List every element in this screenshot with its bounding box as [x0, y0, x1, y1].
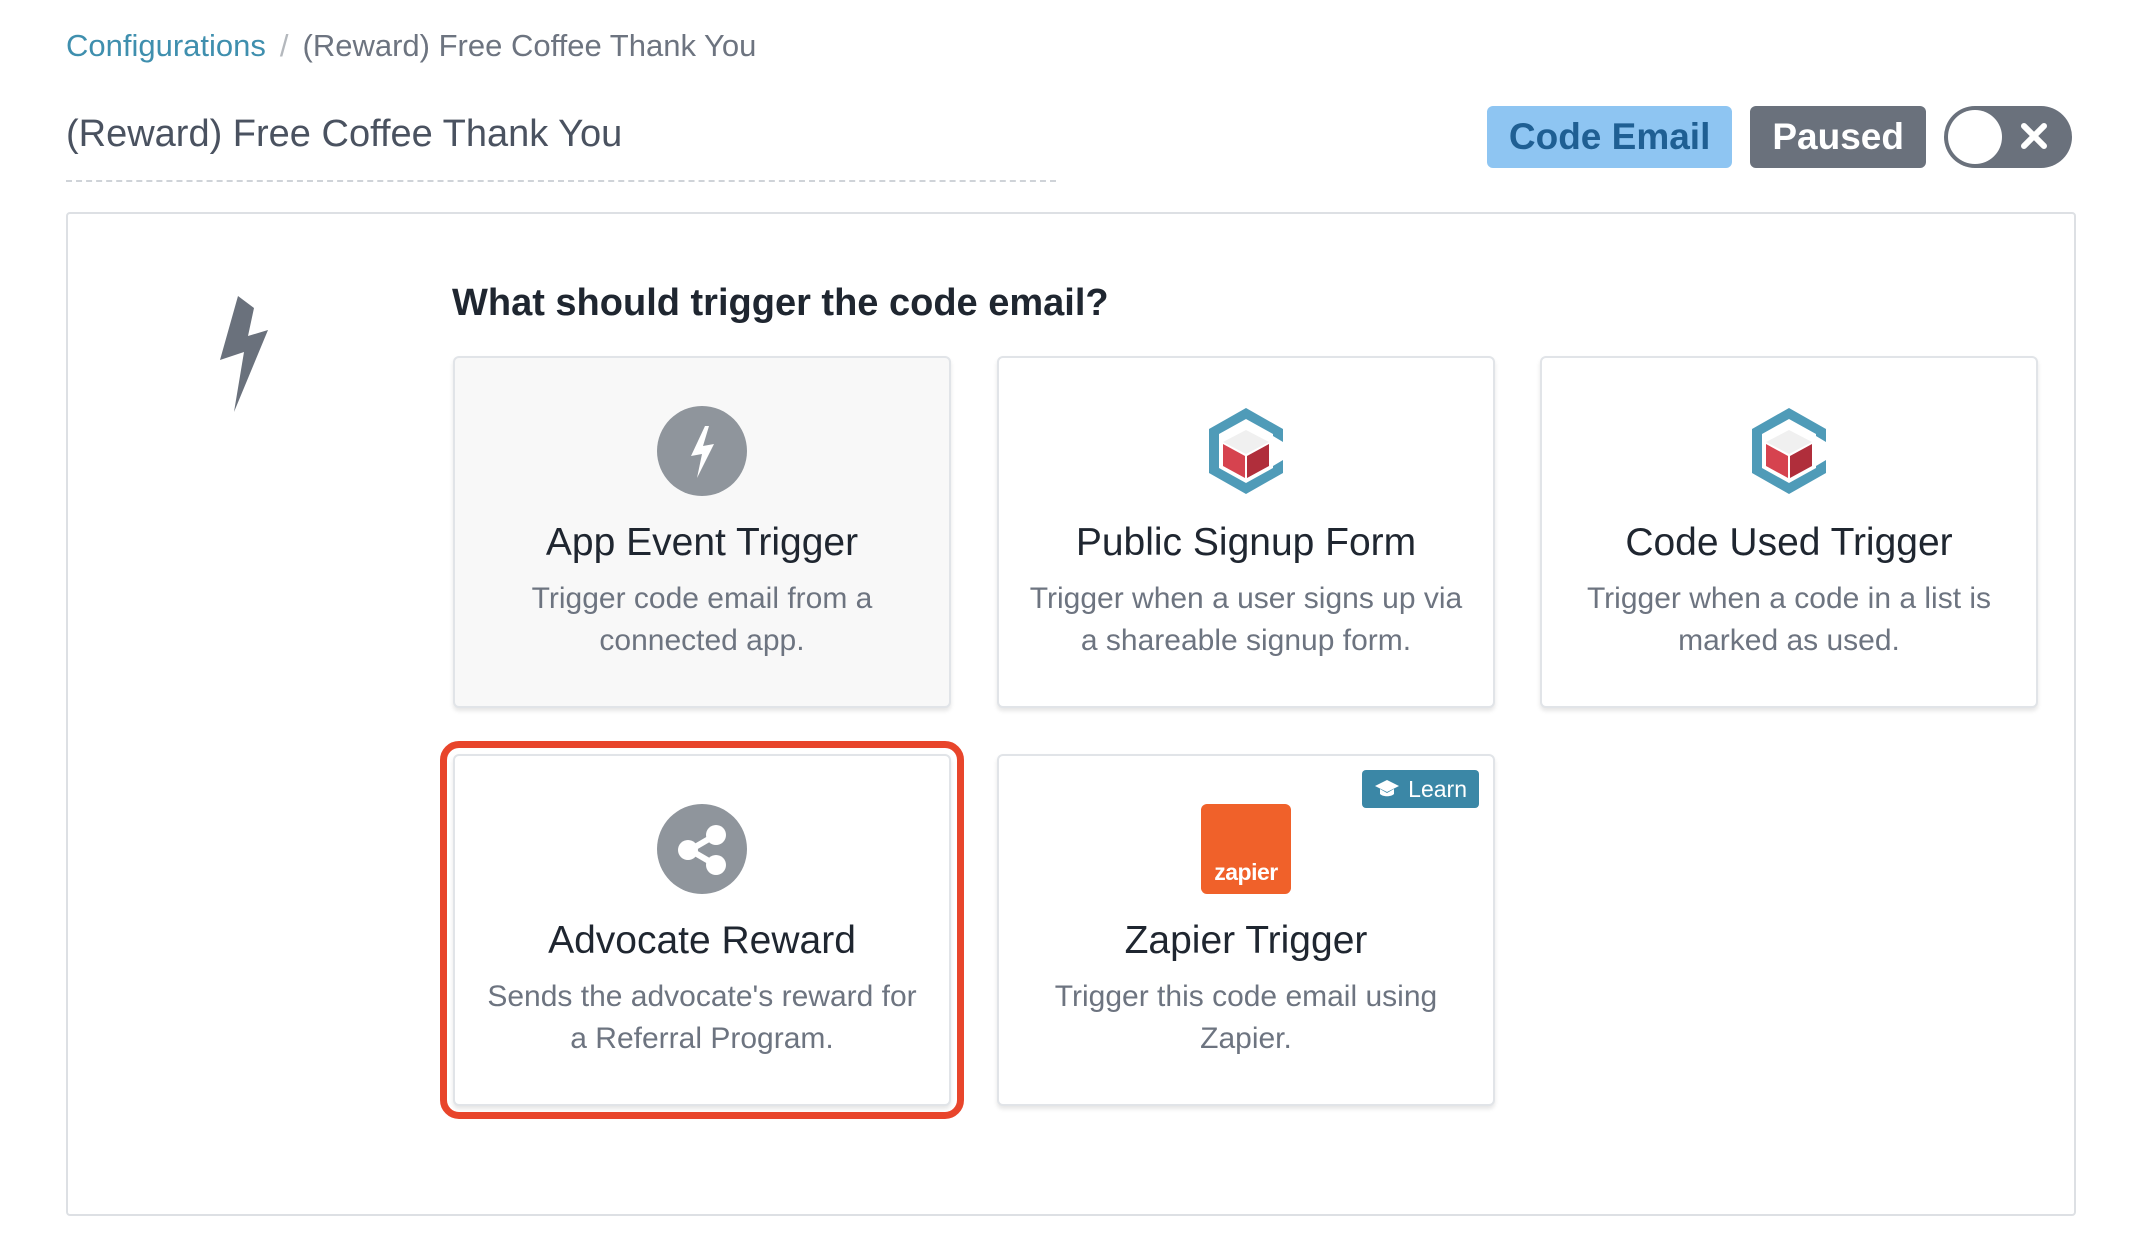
breadcrumb-configurations-link[interactable]: Configurations [66, 26, 266, 66]
share-circle-icon [657, 804, 747, 894]
card-advocate-reward[interactable]: Advocate Reward Sends the advocate's rew… [440, 741, 964, 1119]
card-title: Advocate Reward [548, 919, 856, 962]
card-description: Trigger this code email using Zapier. [1054, 980, 1438, 1055]
card-description: Sends the advocate's reward for a Referr… [487, 980, 917, 1055]
page-title[interactable]: (Reward) Free Coffee Thank You [66, 106, 1056, 162]
breadcrumb-current: (Reward) Free Coffee Thank You [302, 28, 757, 63]
learn-button[interactable]: Learn [1362, 770, 1479, 808]
card-title: Public Signup Form [1075, 521, 1417, 564]
card-description: Trigger when a code in a list is marked … [1586, 582, 1992, 657]
active-toggle[interactable] [1944, 106, 2072, 168]
toggle-knob [1948, 110, 2002, 164]
trigger-question: What should trigger the code email? [452, 282, 1109, 324]
card-code-used-trigger[interactable]: Code Used Trigger Trigger when a code in… [1540, 356, 2038, 708]
card-title: Zapier Trigger [1124, 919, 1368, 962]
zapier-logo-text: zapier [1214, 859, 1278, 885]
card-title: Code Used Trigger [1625, 521, 1953, 564]
graduation-cap-icon [1375, 780, 1400, 797]
card-description: Trigger when a user signs up via a share… [1029, 582, 1463, 657]
cube-logo-icon [1201, 406, 1291, 496]
card-app-event-trigger[interactable]: App Event Trigger Trigger code email fro… [453, 356, 951, 708]
card-title: App Event Trigger [545, 521, 859, 564]
card-zapier-trigger[interactable]: Learn zapier Zapier Trigger Trigger this… [997, 754, 1495, 1106]
zapier-logo-icon: zapier [1201, 804, 1291, 894]
card-description: Trigger code email from a connected app. [531, 582, 873, 657]
page-title-field[interactable]: (Reward) Free Coffee Thank You [66, 106, 1056, 182]
cube-logo-icon [1744, 406, 1834, 496]
status-badge: Paused [1750, 106, 1926, 168]
close-icon [2021, 123, 2047, 149]
card-public-signup-form[interactable]: Public Signup Form Trigger when a user s… [997, 356, 1495, 708]
lightning-icon [220, 296, 268, 412]
breadcrumb-separator: / [279, 28, 289, 63]
header-actions: Code Email Paused [1486, 106, 2072, 168]
learn-label: Learn [1408, 775, 1467, 802]
type-badge: Code Email [1486, 106, 1733, 168]
lightning-circle-icon [657, 406, 747, 496]
breadcrumb: Configurations / (Reward) Free Coffee Th… [66, 26, 756, 66]
trigger-panel: What should trigger the code email? App … [66, 212, 2076, 1216]
